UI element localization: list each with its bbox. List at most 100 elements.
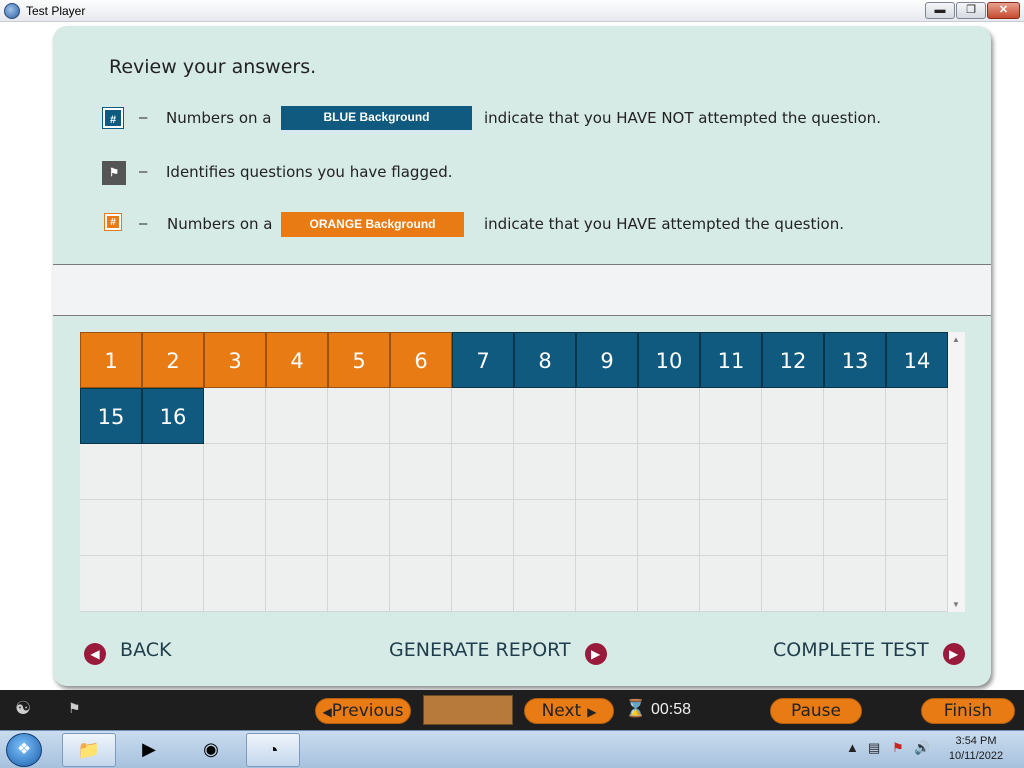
- grid-cell: [824, 556, 886, 612]
- grid-cell: [762, 500, 824, 556]
- progress-box: [423, 695, 513, 725]
- grid-cell: [266, 388, 328, 444]
- grid-cell: [204, 500, 266, 556]
- network-icon[interactable]: ▤: [868, 740, 880, 756]
- grid-cell: [204, 556, 266, 612]
- grid-cell: [80, 444, 142, 500]
- grid-cell: [514, 444, 576, 500]
- next-arrow-icon: ▶: [587, 705, 597, 719]
- question-tile-11[interactable]: 11: [700, 332, 762, 388]
- previous-button[interactable]: ◀Previous: [315, 698, 411, 724]
- previous-label: Previous: [331, 701, 404, 721]
- legend-not-attempted: # – Numbers on a BLUE Background indicat…: [53, 106, 991, 136]
- grid-cell: [762, 556, 824, 612]
- minimize-button[interactable]: ▬: [925, 2, 955, 19]
- previous-arrow-icon: ◀: [322, 705, 332, 719]
- grid-cell: [886, 500, 948, 556]
- grid-cell: [452, 388, 514, 444]
- clock-date: 10/11/2022: [948, 750, 1004, 762]
- question-tile-3[interactable]: 3: [204, 332, 266, 388]
- accessibility-icon[interactable]: ☯: [15, 698, 31, 719]
- show-hidden-icons-icon[interactable]: ▲: [846, 740, 859, 755]
- question-grid: ▲ ▼ 1 2 3 4 5 6 7 8 9 10 11 12 13 14 15 16: [80, 332, 965, 612]
- generate-report-button[interactable]: GENERATE REPORT ▶: [389, 639, 607, 667]
- scroll-down-arrow-icon[interactable]: ▼: [952, 600, 960, 609]
- chrome-icon[interactable]: ◉: [184, 733, 238, 767]
- separator-band: [53, 264, 991, 316]
- grid-cell: [638, 500, 700, 556]
- grid-cell: [142, 444, 204, 500]
- scroll-up-arrow-icon[interactable]: ▲: [952, 335, 960, 344]
- grid-cell: [700, 500, 762, 556]
- question-tile-13[interactable]: 13: [824, 332, 886, 388]
- windows-taskbar: ❖ 📁 ▶ ◉ ◔ ▲ ▤ ⚑ 🔊 3:54 PM 10/11/2022: [0, 730, 1024, 768]
- question-tile-16[interactable]: 16: [142, 388, 204, 444]
- file-explorer-icon[interactable]: 📁: [62, 733, 116, 767]
- next-label: Next: [541, 701, 582, 721]
- grid-cell: [204, 444, 266, 500]
- grid-cell: [576, 444, 638, 500]
- question-tile-10[interactable]: 10: [638, 332, 700, 388]
- question-tile-8[interactable]: 8: [514, 332, 576, 388]
- blue-suffix-text: indicate that you HAVE NOT attempted the…: [484, 109, 881, 127]
- grid-cell: [142, 500, 204, 556]
- grid-cell: [452, 556, 514, 612]
- close-button[interactable]: ✕: [987, 2, 1020, 19]
- pause-button[interactable]: Pause: [770, 698, 862, 724]
- grid-cell: [142, 556, 204, 612]
- question-tile-7[interactable]: 7: [452, 332, 514, 388]
- grid-cell: [266, 444, 328, 500]
- question-tile-1[interactable]: 1: [80, 332, 142, 388]
- orange-suffix-text: indicate that you HAVE attempted the que…: [484, 215, 844, 233]
- grid-cell: [576, 556, 638, 612]
- back-button[interactable]: ◀ BACK: [84, 639, 171, 667]
- flag-icon: ⚑: [102, 161, 126, 185]
- complete-test-button[interactable]: COMPLETE TEST ▶: [773, 639, 965, 667]
- question-tile-5[interactable]: 5: [328, 332, 390, 388]
- grid-cell: [328, 444, 390, 500]
- generate-report-arrow-icon: ▶: [584, 643, 607, 665]
- legend-dash: –: [139, 109, 148, 126]
- question-tile-15[interactable]: 15: [80, 388, 142, 444]
- question-tile-2[interactable]: 2: [142, 332, 204, 388]
- media-player-icon[interactable]: ▶: [122, 733, 176, 767]
- legend-flagged: ⚑ – Identifies questions you have flagge…: [53, 160, 991, 190]
- start-button[interactable]: ❖: [6, 733, 42, 767]
- grid-cell: [80, 556, 142, 612]
- grid-cell: [886, 556, 948, 612]
- question-tile-6[interactable]: 6: [390, 332, 452, 388]
- grid-cell: [390, 556, 452, 612]
- grid-cell: [390, 500, 452, 556]
- grid-cell: [390, 444, 452, 500]
- action-center-icon[interactable]: ⚑: [892, 740, 904, 756]
- test-player-icon[interactable]: ◔: [246, 733, 300, 767]
- restore-button[interactable]: ❐: [956, 2, 986, 19]
- grid-cell: [80, 500, 142, 556]
- grid-cell: [576, 500, 638, 556]
- flag-toolbar-icon[interactable]: ⚑: [68, 700, 81, 717]
- grid-cell: [452, 444, 514, 500]
- flag-text: Identifies questions you have flagged.: [166, 163, 453, 181]
- grid-cell: [638, 556, 700, 612]
- volume-icon[interactable]: 🔊: [914, 740, 930, 756]
- hourglass-icon: ⌛: [625, 699, 647, 718]
- grid-cell: [452, 500, 514, 556]
- clock-time: 3:54 PM: [955, 735, 997, 747]
- question-tile-14[interactable]: 14: [886, 332, 948, 388]
- legend-dash: –: [139, 215, 148, 232]
- question-tile-12[interactable]: 12: [762, 332, 824, 388]
- grid-cell: [886, 388, 948, 444]
- orange-prefix-text: Numbers on a: [167, 215, 273, 233]
- complete-test-label: COMPLETE TEST: [773, 639, 929, 661]
- grid-cell: [824, 500, 886, 556]
- finish-button[interactable]: Finish: [921, 698, 1015, 724]
- question-tile-4[interactable]: 4: [266, 332, 328, 388]
- system-clock[interactable]: 3:54 PM 10/11/2022: [944, 734, 1008, 764]
- orange-chip: #: [104, 213, 122, 231]
- next-button[interactable]: Next ▶: [524, 698, 614, 724]
- grid-cell: [638, 444, 700, 500]
- grid-cell: [328, 500, 390, 556]
- review-card: Review your answers. # – Numbers on a BL…: [53, 26, 991, 686]
- question-tile-9[interactable]: 9: [576, 332, 638, 388]
- grid-scrollbar[interactable]: ▲ ▼: [948, 332, 965, 612]
